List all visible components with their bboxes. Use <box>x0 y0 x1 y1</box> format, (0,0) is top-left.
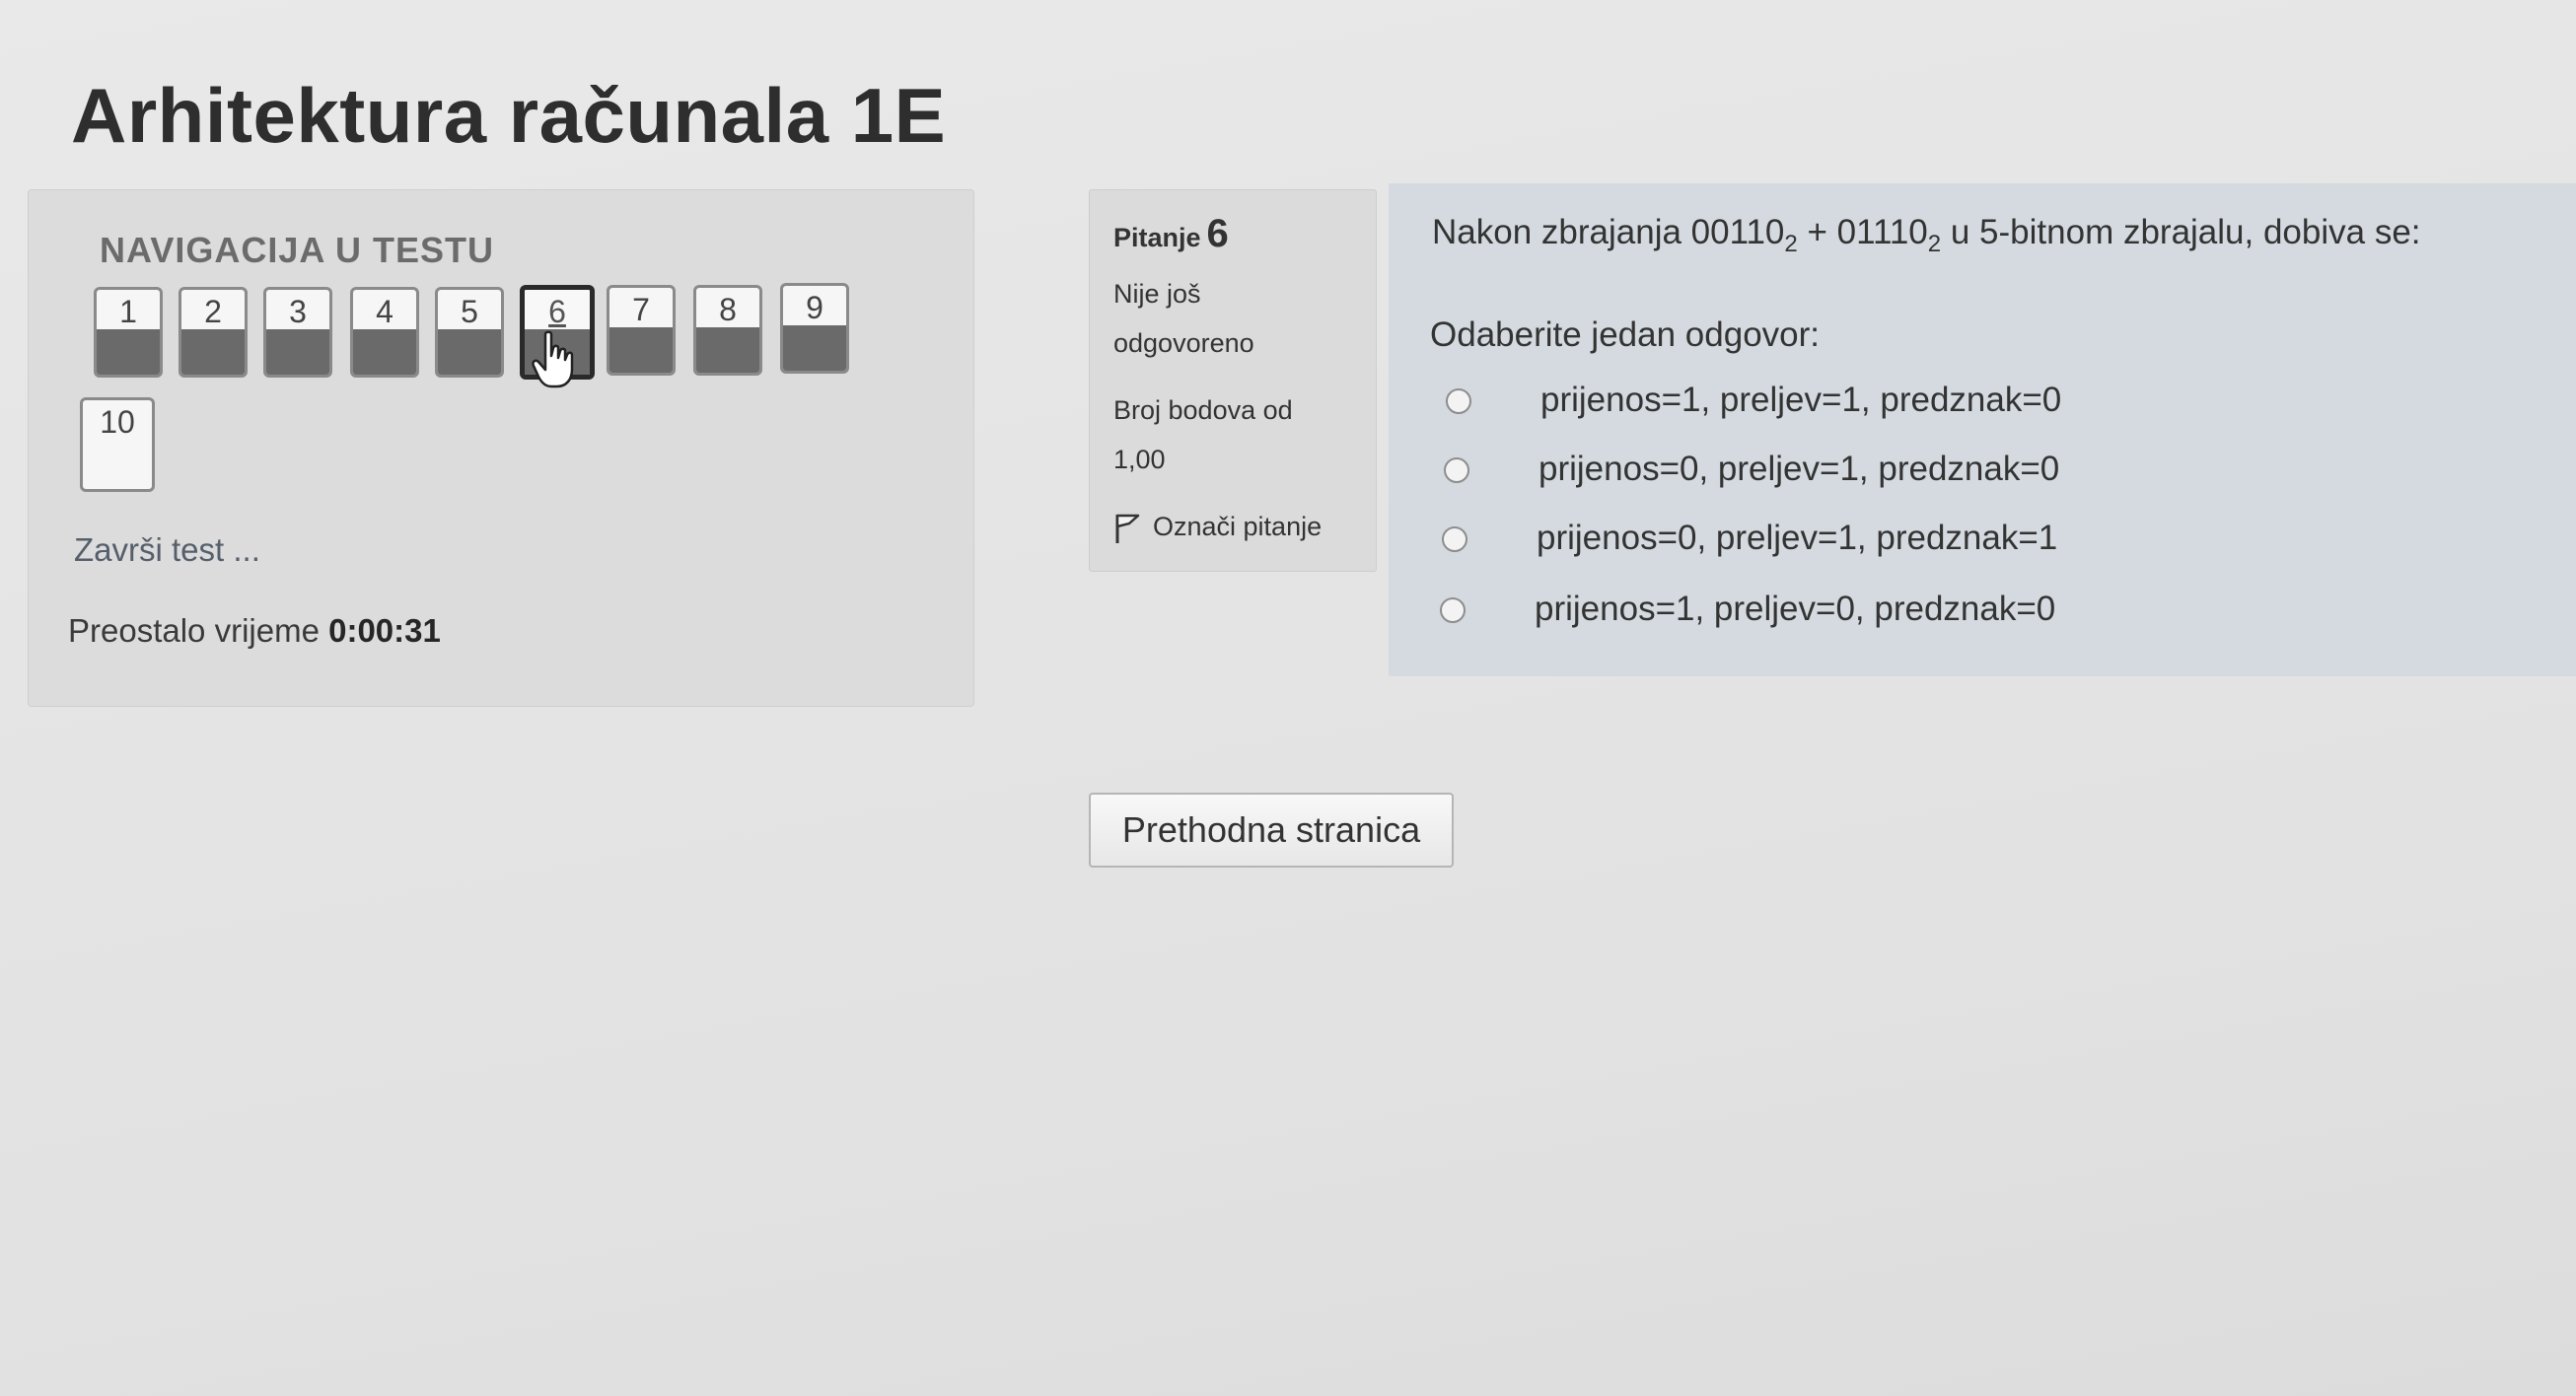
answer-prompt: Odaberite jedan odgovor: <box>1430 315 1820 354</box>
question-status-fill <box>266 329 329 375</box>
question-status-fill <box>438 329 501 375</box>
question-button-label: 9 <box>806 290 823 325</box>
question-content-block: Nakon zbrajanja 001102 + 011102 u 5-bitn… <box>1389 183 2576 676</box>
question-info-block: Pitanje 6 Nije još odgovoreno Broj bodova… <box>1089 189 1377 572</box>
answer-label[interactable]: prijenos=1, preljev=1, predznak=0 <box>1540 381 2061 420</box>
question-button-label: 7 <box>632 292 650 327</box>
question-button-9[interactable]: 9 <box>780 283 849 374</box>
question-button-10[interactable]: 10 <box>80 397 155 492</box>
navigation-title: NAVIGACIJA U TESTU <box>100 230 495 270</box>
answer-radio[interactable] <box>1444 457 1469 483</box>
answer-radio[interactable] <box>1440 597 1466 623</box>
question-button-label: 6 <box>548 294 566 329</box>
question-text-part: Nakon zbrajanja 00110 <box>1432 213 1785 251</box>
question-text-part: + 01110 <box>1797 213 1928 251</box>
hand-pointer-icon <box>532 330 574 388</box>
question-button-label: 8 <box>719 292 737 327</box>
question-points-line2: 1,00 <box>1113 445 1166 474</box>
question-button-label: 5 <box>461 294 478 329</box>
time-remaining: Preostalo vrijeme 0:00:31 <box>68 612 441 650</box>
question-button-5[interactable]: 5 <box>435 287 504 378</box>
question-button-3[interactable]: 3 <box>263 287 332 378</box>
question-subscript: 2 <box>1784 231 1798 257</box>
question-text-part: u 5-bitnom zbrajalu, dobiva se: <box>1941 213 2421 251</box>
question-status-fill <box>181 329 245 375</box>
quiz-navigation-block: NAVIGACIJA U TESTU 1 2 3 4 5 6 7 8 9 10 <box>28 189 974 707</box>
question-points-line1: Broj bodova od <box>1113 395 1293 425</box>
flag-icon <box>1115 514 1140 543</box>
answer-radio[interactable] <box>1446 388 1471 414</box>
question-button-1[interactable]: 1 <box>94 287 163 378</box>
question-status-fill <box>783 325 846 371</box>
question-status-fill <box>97 329 160 375</box>
question-status-fill <box>353 329 416 375</box>
question-button-7[interactable]: 7 <box>607 285 676 376</box>
question-button-2[interactable]: 2 <box>179 287 248 378</box>
time-remaining-label: Preostalo vrijeme <box>68 612 320 649</box>
flag-question-label: Označi pitanje <box>1153 512 1323 541</box>
question-button-label: 4 <box>376 294 394 329</box>
page-title: Arhitektura računala 1E <box>71 72 947 159</box>
question-status-line1: Nije još <box>1113 279 1201 309</box>
question-status-fill <box>696 327 759 373</box>
question-button-label: 2 <box>204 294 222 329</box>
question-number-label: Pitanje <box>1113 223 1201 252</box>
answer-label[interactable]: prijenos=0, preljev=1, predznak=0 <box>1538 450 2059 489</box>
question-number: Pitanje 6 <box>1113 212 1229 256</box>
question-button-4[interactable]: 4 <box>350 287 419 378</box>
time-remaining-value: 0:00:31 <box>328 612 441 649</box>
question-status-fill <box>609 327 673 373</box>
question-number-value: 6 <box>1206 212 1229 255</box>
flag-question-link[interactable]: Označi pitanje <box>1113 512 1322 544</box>
answer-radio[interactable] <box>1442 526 1467 552</box>
answer-label[interactable]: prijenos=1, preljev=0, predznak=0 <box>1535 590 2055 629</box>
question-button-label: 1 <box>119 294 137 329</box>
question-status-line2: odgovoreno <box>1113 328 1254 358</box>
question-text: Nakon zbrajanja 001102 + 011102 u 5-bitn… <box>1432 213 2421 258</box>
answer-label[interactable]: prijenos=0, preljev=1, predznak=1 <box>1537 519 2057 558</box>
question-button-label: 3 <box>289 294 307 329</box>
previous-page-button[interactable]: Prethodna stranica <box>1089 793 1454 868</box>
finish-attempt-link[interactable]: Završi test ... <box>74 531 260 569</box>
question-subscript: 2 <box>1927 231 1942 257</box>
question-button-label: 10 <box>100 404 135 440</box>
question-button-8[interactable]: 8 <box>693 285 762 376</box>
